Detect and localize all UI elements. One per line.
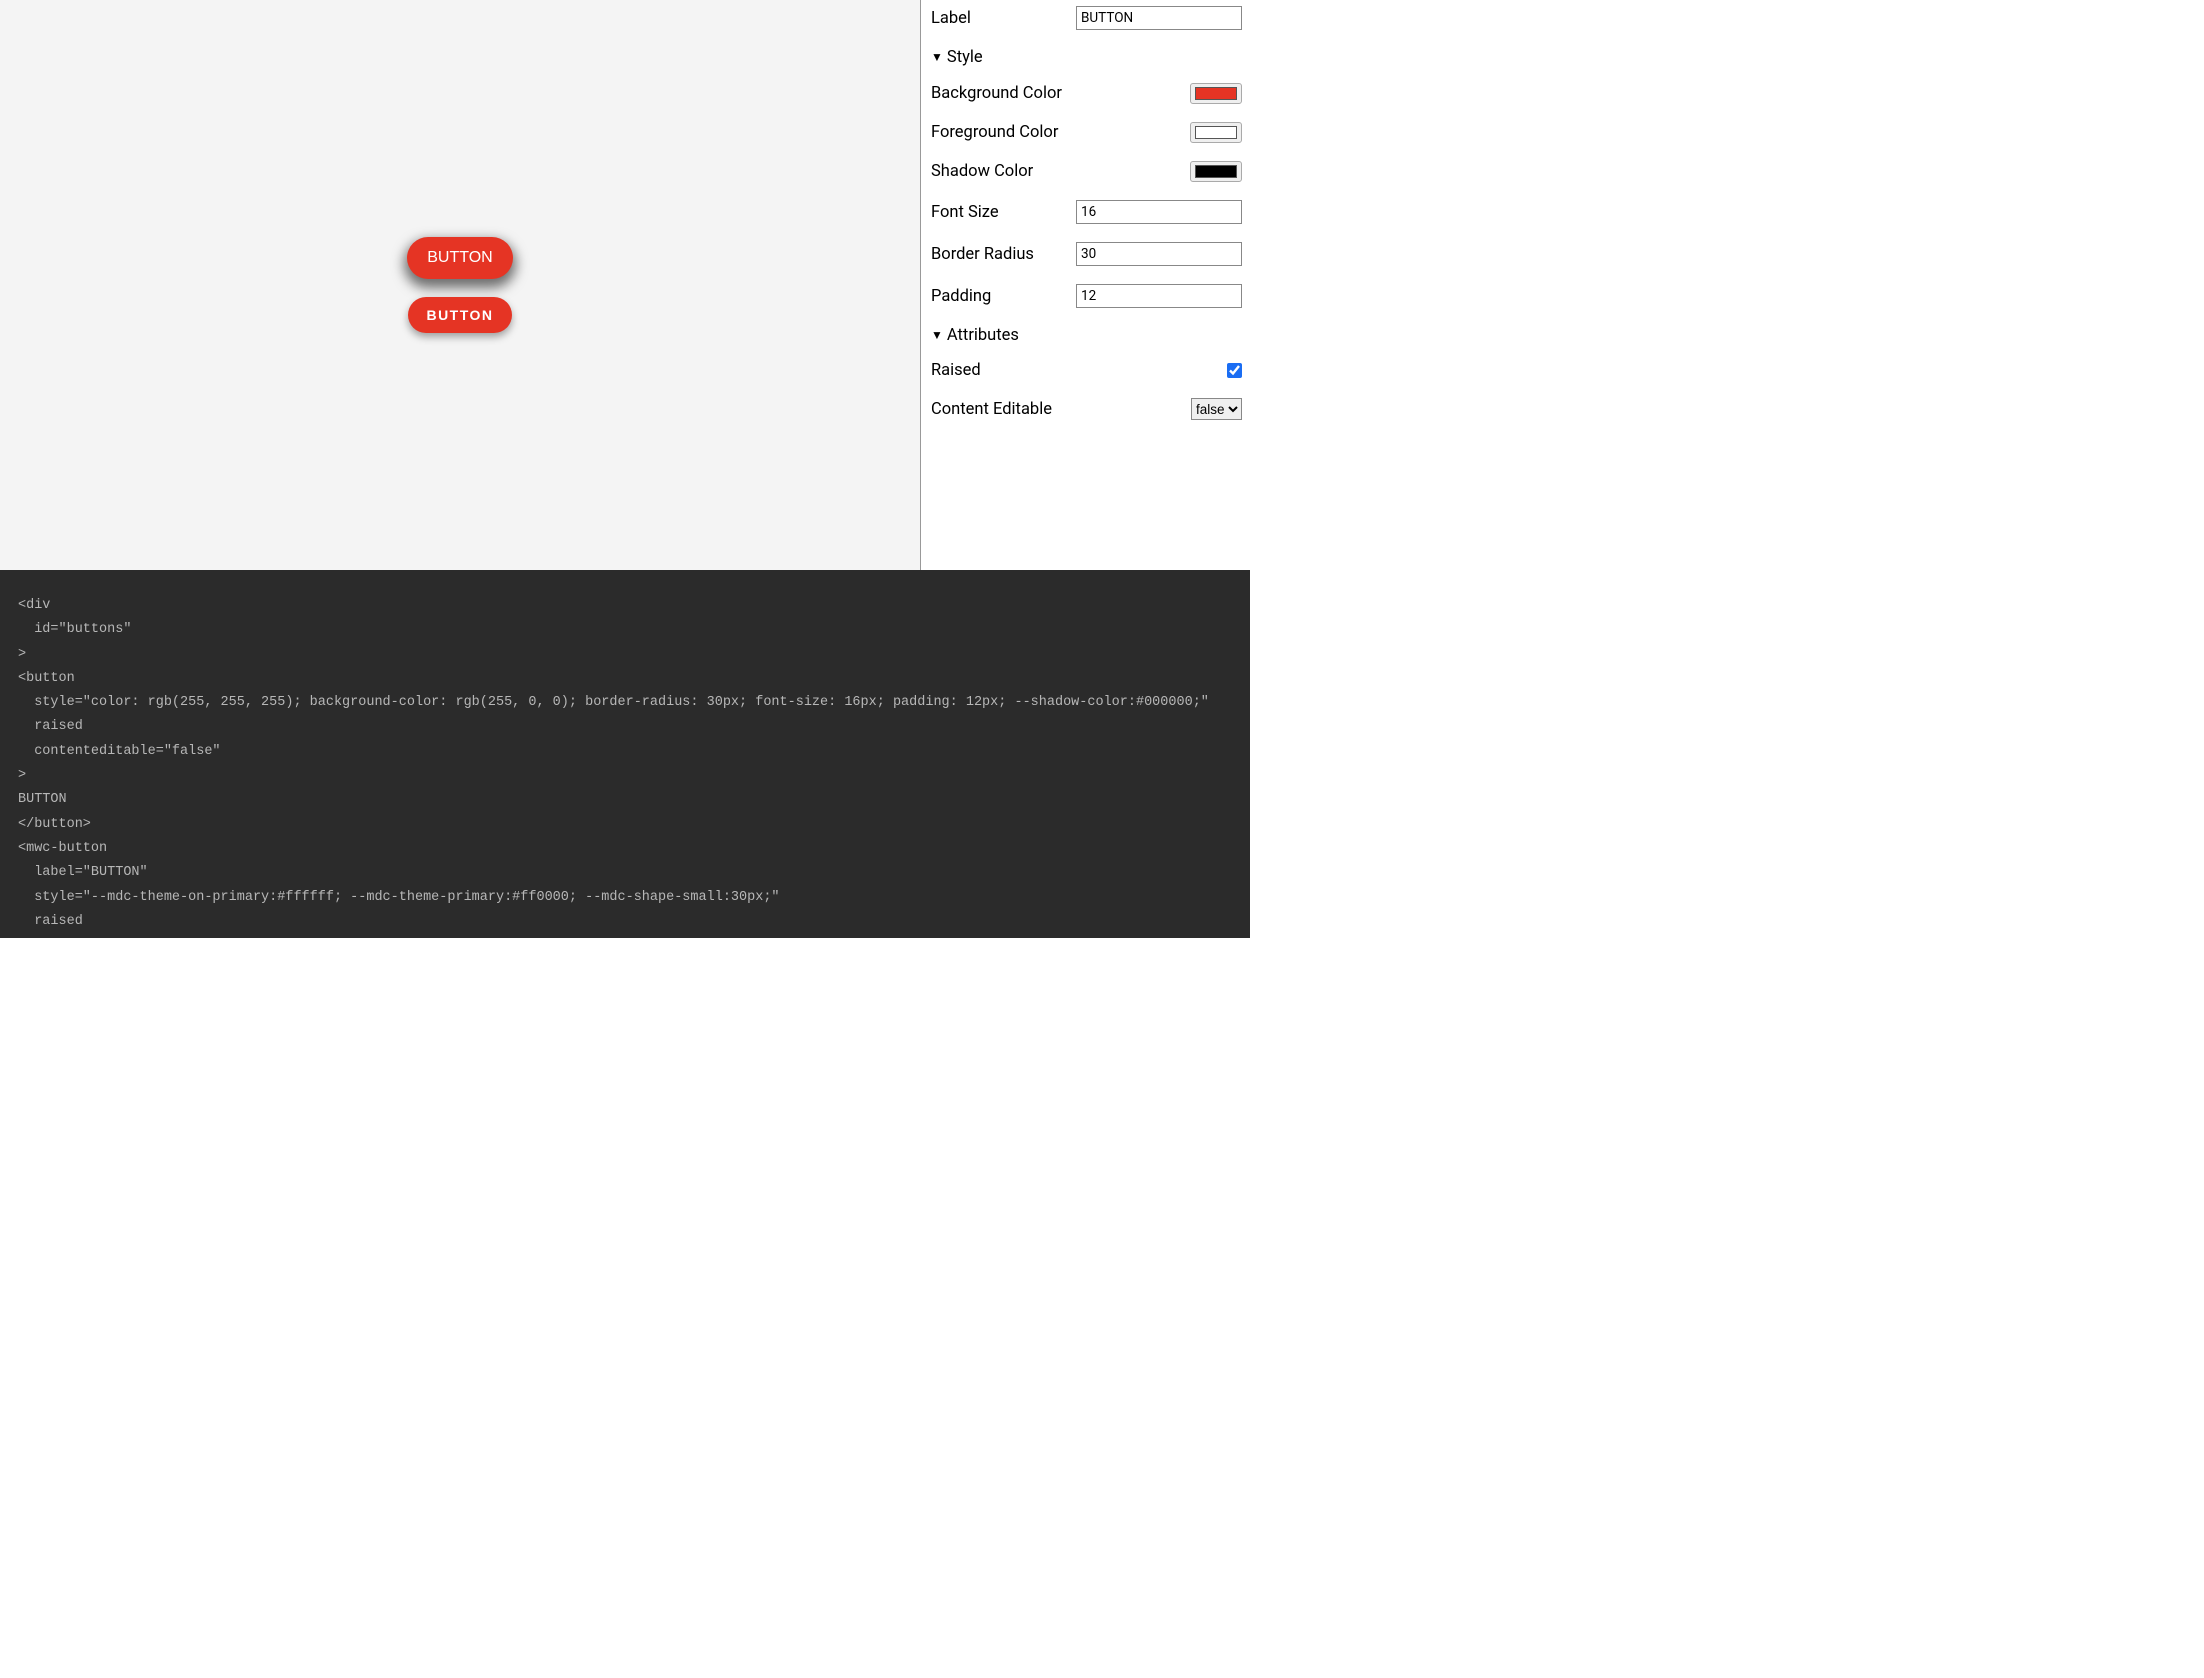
style-section-header[interactable]: ▼ Style [931,48,1242,67]
disclosure-triangle-icon: ▼ [931,329,943,341]
font-size-label: Font Size [931,203,999,222]
code-output: <div id="buttons" > <button style="color… [0,570,1250,938]
controls-panel: Label ▼ Style Background Color Foregroun… [920,0,1250,570]
attributes-section-label: Attributes [947,326,1019,345]
content-editable-select[interactable]: falsetrue [1191,398,1242,420]
background-color-label: Background Color [931,84,1062,103]
attributes-section-header[interactable]: ▼ Attributes [931,326,1242,345]
background-color-picker[interactable] [1190,83,1242,104]
foreground-color-swatch [1195,126,1237,139]
label-field-label: Label [931,9,971,28]
disclosure-triangle-icon: ▼ [931,51,943,63]
raised-checkbox[interactable] [1227,363,1242,378]
foreground-color-picker[interactable] [1190,122,1242,143]
padding-label: Padding [931,287,991,306]
background-color-swatch [1195,87,1237,100]
font-size-input[interactable] [1076,200,1242,224]
shadow-color-swatch [1195,165,1237,178]
shadow-color-label: Shadow Color [931,162,1033,181]
label-input[interactable] [1076,6,1242,30]
foreground-color-label: Foreground Color [931,123,1058,142]
content-editable-label: Content Editable [931,400,1052,419]
preview-button-native[interactable]: BUTTON [407,237,512,279]
preview-canvas: BUTTON BUTTON [0,0,920,570]
style-section-label: Style [947,48,983,67]
shadow-color-picker[interactable] [1190,161,1242,182]
preview-button-mwc[interactable]: BUTTON [408,297,511,333]
border-radius-label: Border Radius [931,245,1034,264]
border-radius-input[interactable] [1076,242,1242,266]
raised-label: Raised [931,361,981,380]
padding-input[interactable] [1076,284,1242,308]
